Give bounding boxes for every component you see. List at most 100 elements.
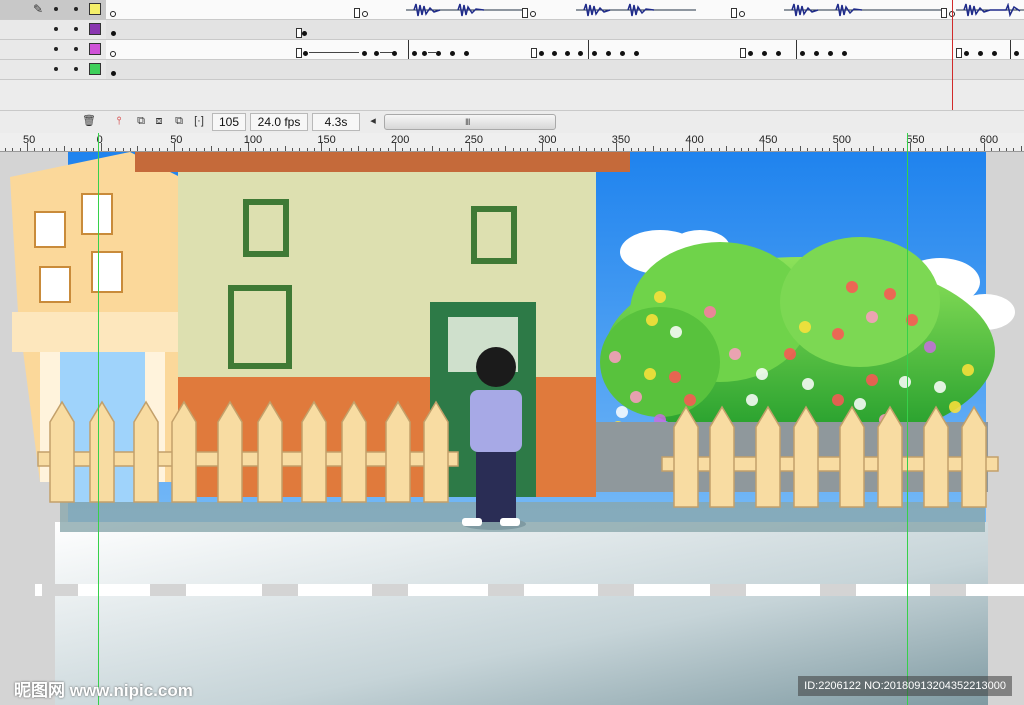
edit-multiple-frames-icon[interactable]: ⧉ <box>172 114 186 128</box>
keyframe[interactable] <box>422 51 427 56</box>
ruler-tick <box>527 148 528 151</box>
visibility-dot-icon[interactable] <box>54 67 58 71</box>
layer-color-swatch[interactable] <box>89 3 101 15</box>
guide-line[interactable] <box>907 133 908 705</box>
keyframe[interactable] <box>111 31 116 36</box>
timeline-scrollbar[interactable]: III <box>384 114 556 130</box>
keyframe[interactable] <box>539 51 544 56</box>
ruler-tick <box>984 143 985 151</box>
layer-frames[interactable] <box>106 0 1024 20</box>
ruler-label: 550 <box>906 134 925 146</box>
keyframe[interactable] <box>392 51 397 56</box>
keyframe[interactable] <box>740 48 746 58</box>
layer-frames[interactable] <box>106 60 1024 80</box>
keyframe[interactable] <box>354 8 360 18</box>
keyframe[interactable] <box>412 51 417 56</box>
layer-header[interactable] <box>0 20 106 40</box>
ruler-tick <box>358 146 359 151</box>
ruler-tick <box>395 143 396 151</box>
layer-color-swatch[interactable] <box>89 43 101 55</box>
ruler-tick <box>204 148 205 151</box>
keyframe[interactable] <box>110 51 116 57</box>
layer-header[interactable] <box>0 60 106 80</box>
layer-header[interactable]: ✎ <box>0 0 106 20</box>
keyframe[interactable] <box>731 8 737 18</box>
layer-frames[interactable] <box>106 20 1024 40</box>
keyframe[interactable] <box>296 48 302 58</box>
keyframe[interactable] <box>522 8 528 18</box>
keyframe[interactable] <box>436 51 441 56</box>
motion-tween <box>309 52 359 53</box>
keyframe[interactable] <box>578 51 583 56</box>
lock-dot-icon[interactable] <box>74 67 78 71</box>
keyframe[interactable] <box>362 51 367 56</box>
keyframe[interactable] <box>978 51 983 56</box>
keyframe[interactable] <box>634 51 639 56</box>
ruler-tick <box>417 148 418 151</box>
onion-skin-icon[interactable]: ⧉ <box>134 114 148 128</box>
keyframe[interactable] <box>606 51 611 56</box>
stage-canvas[interactable] <box>0 152 1024 705</box>
keyframe[interactable] <box>814 51 819 56</box>
keyframe[interactable] <box>303 51 308 56</box>
layer-row[interactable]: ✎ <box>0 0 1024 20</box>
ruler-tick <box>476 148 477 151</box>
keyframe[interactable] <box>592 51 597 56</box>
playhead[interactable] <box>952 0 953 110</box>
ruler-tick <box>557 148 558 151</box>
layer-row[interactable] <box>0 60 1024 80</box>
keyframe[interactable] <box>620 51 625 56</box>
layer-header[interactable] <box>0 40 106 60</box>
onion-outline-icon[interactable]: ⧈ <box>152 114 166 128</box>
layer-row[interactable] <box>0 20 1024 40</box>
keyframe[interactable] <box>111 71 116 76</box>
keyframe[interactable] <box>956 48 962 58</box>
keyframe[interactable] <box>964 51 969 56</box>
keyframe[interactable] <box>762 51 767 56</box>
layer-row[interactable] <box>0 40 1024 60</box>
keyframe[interactable] <box>842 51 847 56</box>
ruler-tick <box>388 148 389 151</box>
ruler-tick <box>608 148 609 151</box>
keyframe[interactable] <box>552 51 557 56</box>
keyframe[interactable] <box>828 51 833 56</box>
keyframe[interactable] <box>110 11 116 17</box>
ruler-tick <box>483 148 484 151</box>
lock-dot-icon[interactable] <box>74 47 78 51</box>
trash-icon[interactable]: 🗑 <box>82 114 96 128</box>
keyframe[interactable] <box>941 8 947 18</box>
keyframe[interactable] <box>531 48 537 58</box>
watermark-left: 昵图网 www.nipic.com <box>14 681 193 700</box>
ruler-label: 50 <box>170 134 183 146</box>
layer-color-swatch[interactable] <box>89 63 101 75</box>
visibility-dot-icon[interactable] <box>54 27 58 31</box>
frame-rate[interactable]: 24.0 fps <box>250 113 308 131</box>
current-frame[interactable]: 105 <box>212 113 246 131</box>
keyframe[interactable] <box>800 51 805 56</box>
keyframe[interactable] <box>1014 51 1019 56</box>
keyframe[interactable] <box>776 51 781 56</box>
keyframe[interactable] <box>374 51 379 56</box>
guide-line[interactable] <box>98 133 99 705</box>
keyframe[interactable] <box>565 51 570 56</box>
visibility-dot-icon[interactable] <box>54 47 58 51</box>
keyframe[interactable] <box>464 51 469 56</box>
ruler-tick <box>969 148 970 151</box>
onion-markers-icon[interactable]: [·] <box>192 114 206 128</box>
keyframe[interactable] <box>362 11 368 17</box>
keyframe[interactable] <box>739 11 745 17</box>
lock-dot-icon[interactable] <box>74 7 78 11</box>
keyframe[interactable] <box>450 51 455 56</box>
scroll-left-arrow[interactable]: ◂ <box>366 114 380 128</box>
keyframe[interactable] <box>992 51 997 56</box>
visibility-dot-icon[interactable] <box>54 7 58 11</box>
lock-dot-icon[interactable] <box>74 27 78 31</box>
ruler-tick <box>734 148 735 151</box>
keyframe[interactable] <box>530 11 536 17</box>
keyframe[interactable] <box>748 51 753 56</box>
layer-color-swatch[interactable] <box>89 23 101 35</box>
center-frame-icon[interactable]: ⫯ <box>112 114 126 128</box>
keyframe[interactable] <box>302 31 307 36</box>
ruler-tick <box>888 148 889 151</box>
layer-frames[interactable] <box>106 40 1024 60</box>
